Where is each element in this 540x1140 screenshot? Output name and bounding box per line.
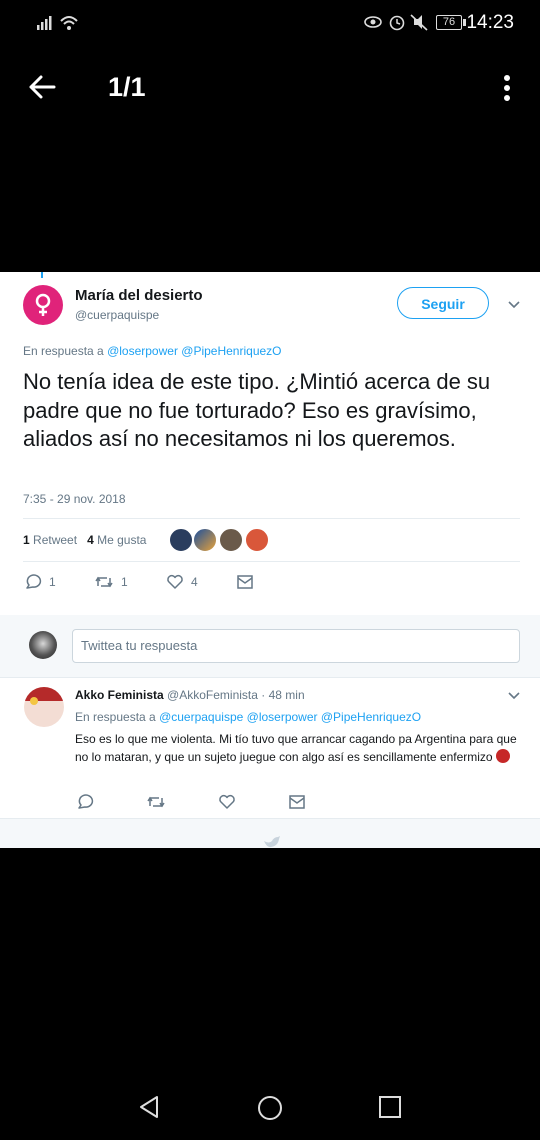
author-handle[interactable]: @cuerpaquispe [75,308,159,322]
reply-prefix: En respuesta a [75,710,156,724]
liker-avatar[interactable] [193,528,217,552]
author-name[interactable]: María del desierto [75,287,203,304]
liker-avatar[interactable] [219,528,243,552]
nav-home-icon[interactable] [256,1094,284,1122]
retweets-count: 1 [23,533,30,547]
reply-context: En respuesta a @cuerpaquispe @loserpower… [75,710,421,724]
status-icons [364,14,428,31]
signal-wifi-icon [37,16,78,30]
retweet-icon[interactable] [146,794,166,810]
reply-mentions[interactable]: @loserpower @PipeHenriquezO [107,344,281,358]
reply-prefix: En respuesta a [23,344,104,358]
tweet-timestamp[interactable]: 7:35 - 29 nov. 2018 [23,492,126,506]
battery-indicator: 76 [436,15,466,30]
author-avatar[interactable] [23,285,63,325]
divider [23,561,520,562]
more-options-icon[interactable] [502,74,512,102]
status-bar: 76 14:23 [0,0,540,44]
nav-recents-icon[interactable] [377,1094,403,1120]
tweet-text: No tenía idea de este tipo. ¿Mintió acer… [23,369,491,451]
chevron-down-icon[interactable] [507,300,521,310]
likes-count: 4 [87,533,94,547]
heart-icon[interactable] [218,794,236,810]
thread-line [41,272,43,278]
reply-context: En respuesta a @loserpower @PipeHenrique… [23,344,282,358]
nav-back-icon[interactable] [137,1094,163,1120]
like-count: 4 [191,575,198,589]
female-symbol-icon [35,293,51,316]
follow-button[interactable]: Seguir [397,287,489,319]
engagement-stats[interactable]: 1 Retweet 4 Me gusta [23,533,146,547]
reply-author-line: Akko Feminista @AkkoFeminista · 48 min [75,688,305,702]
reply-icon[interactable] [24,574,42,590]
retweet-count: 1 [121,575,128,589]
reply-text: Eso es lo que me violenta. Mi tío tuvo q… [75,730,525,766]
angry-face-emoji-icon [495,749,510,763]
reply-author-name[interactable]: Akko Feminista [75,688,164,702]
reply-input[interactable]: Twittea tu respuesta [72,629,520,663]
direct-message-icon[interactable] [237,575,253,589]
tweet-screenshot: María del desierto @cuerpaquispe Seguir … [0,272,540,848]
divider [0,677,540,678]
reply-count: 1 [49,575,56,589]
retweets-label: Retweet [33,533,78,547]
reply-author-avatar[interactable] [24,687,64,727]
liker-avatar[interactable] [245,528,269,552]
divider [23,518,520,519]
footer-band [0,819,540,848]
status-clock: 14:23 [466,12,514,33]
reply-icon[interactable] [76,794,94,810]
direct-message-icon[interactable] [289,795,305,809]
chevron-down-icon[interactable] [507,691,521,701]
liker-avatar[interactable] [169,528,193,552]
reply-text-content: Eso es lo que me violenta. Mi tío tuvo q… [75,732,517,764]
reply-time[interactable]: · 48 min [261,688,304,702]
retweet-icon[interactable] [94,574,114,590]
image-counter: 1/1 [108,72,146,102]
reply-author-handle[interactable]: @AkkoFeminista [167,688,258,702]
user-avatar[interactable] [29,631,57,659]
reply-mentions[interactable]: @cuerpaquispe @loserpower @PipeHenriquez… [159,710,421,724]
twitter-bird-icon [264,836,280,848]
likes-label: Me gusta [97,533,147,547]
back-arrow-icon[interactable] [28,74,56,100]
heart-icon[interactable] [166,574,184,590]
